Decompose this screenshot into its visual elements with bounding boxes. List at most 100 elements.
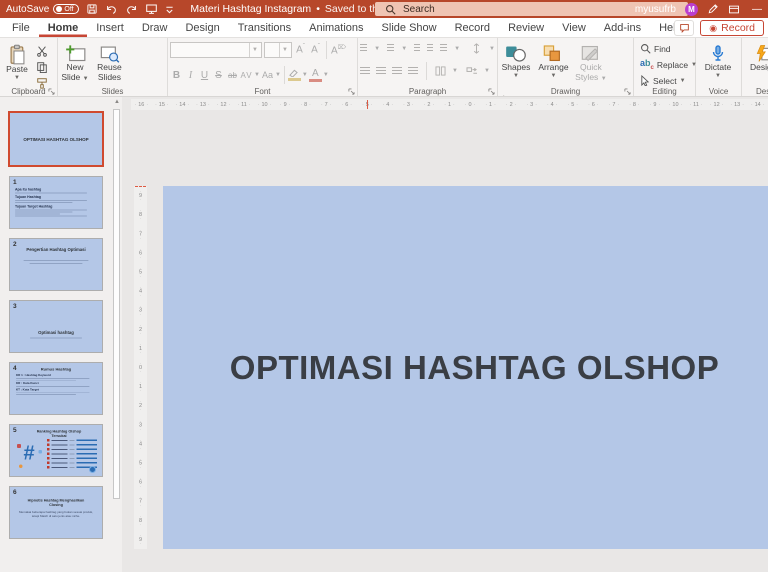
numbering-icon[interactable] [387, 44, 394, 53]
tab-draw[interactable]: Draw [133, 18, 177, 37]
tab-file[interactable]: File [3, 18, 39, 37]
tab-add-ins[interactable]: Add-ins [595, 18, 650, 37]
slide-title-text[interactable]: OPTIMASI HASHTAG OLSHOP [230, 349, 719, 387]
underline-button[interactable]: U [198, 70, 211, 81]
designer-button[interactable]: Designer [744, 41, 768, 89]
group-font: ▼ ▼ Aˆ Aˇ A⌦ B I U S ab AV▼ Aa▼ ▼ A▼ Fon… [168, 38, 358, 96]
arrange-button[interactable]: Arrange ▼ [536, 41, 570, 89]
replace-button[interactable]: abc Replace ▼ [640, 58, 693, 71]
quick-access-overflow-icon[interactable] [165, 5, 174, 14]
new-slide-button[interactable]: New Slide ▼ [60, 41, 90, 89]
tab-animations[interactable]: Animations [300, 18, 372, 37]
hruler-number: 1 [439, 99, 460, 110]
hruler-number: 13 [727, 99, 748, 110]
clipboard-dialog-launcher[interactable] [48, 88, 55, 95]
thumbnail-scrollbar[interactable]: ▲ [112, 97, 122, 572]
slide-thumbnail-4[interactable]: 3Optimasi hashtag [9, 300, 103, 353]
quick-styles-button[interactable]: Quick Styles ▼ [575, 41, 607, 89]
vruler-number: 1 [134, 377, 147, 396]
align-right-icon[interactable] [392, 67, 402, 76]
inking-pen-icon[interactable] [707, 3, 719, 15]
strikethrough-button[interactable]: S [212, 70, 225, 81]
avatar[interactable]: M [685, 3, 698, 16]
shapes-button[interactable]: Shapes ▼ [500, 41, 532, 89]
slide-thumbnail-2[interactable]: 1Apa itu hashtagTujuan HashtagTujuan Tar… [9, 176, 103, 229]
autosave-label: AutoSave [6, 4, 49, 15]
start-presentation-icon[interactable] [145, 3, 158, 15]
title-bar: AutoSave Off Materi Hashtag Instagram • … [0, 0, 768, 18]
change-case-button[interactable]: Aa [261, 70, 274, 80]
tab-design[interactable]: Design [176, 18, 228, 37]
grow-font-button[interactable]: Aˆ [294, 44, 307, 55]
slide-editing-surface[interactable]: OPTIMASI HASHTAG OLSHOP [163, 186, 768, 549]
cut-icon[interactable] [36, 45, 54, 57]
subscript-button[interactable]: ab [226, 71, 239, 80]
slide-thumbnail-1[interactable]: OPTIMASI HASHTAG OLSHOP [8, 111, 104, 167]
chevron-down-icon: ▼ [83, 76, 89, 82]
columns-icon[interactable] [435, 66, 446, 76]
autosave-toggle[interactable]: AutoSave Off [6, 4, 79, 15]
ribbon-tabs: FileHomeInsertDrawDesignTransitionsAnima… [0, 18, 768, 38]
character-spacing-button[interactable]: AV [240, 71, 253, 80]
designer-group-label: Designer [742, 87, 768, 96]
text-direction-icon[interactable] [471, 43, 482, 54]
justify-icon[interactable] [408, 67, 418, 76]
tab-view[interactable]: View [553, 18, 595, 37]
increase-indent-icon[interactable] [427, 44, 433, 53]
decrease-indent-icon[interactable] [414, 44, 420, 53]
hruler-number: 4 [542, 99, 563, 110]
ribbon-display-options-icon[interactable] [728, 4, 740, 15]
line-spacing-icon[interactable] [440, 44, 447, 53]
slide-thumbnail-3[interactable]: 2Pengertian Hashtag Optimasi [9, 238, 103, 291]
paste-button[interactable]: Paste ▼ [2, 41, 32, 89]
paste-label: Paste [6, 65, 28, 75]
vruler-number: 4 [134, 434, 147, 453]
italic-button[interactable]: I [184, 70, 197, 81]
record-button[interactable]: ◉ Record [700, 20, 764, 36]
undo-icon[interactable] [105, 4, 118, 15]
record-label: Record [721, 22, 755, 34]
tab-record[interactable]: Record [446, 18, 499, 37]
horizontal-ruler: 1615141312111098765432101234567891011121… [131, 99, 768, 110]
dictate-button[interactable]: Dictate ▼ [698, 41, 738, 89]
comments-button[interactable] [674, 20, 694, 36]
slide-thumbnail-6[interactable]: 5Ranking Hashtag Olshop Tersukai# [9, 424, 103, 477]
slide-thumbnail-5[interactable]: 4Rumus HashtagKR 1 : Hashtag KeywordKR :… [9, 362, 103, 415]
save-icon[interactable] [86, 3, 98, 15]
redo-icon[interactable] [125, 4, 138, 15]
hruler-number: 14 [172, 99, 193, 110]
font-color-button[interactable]: A [309, 69, 322, 82]
reuse-slides-button[interactable]: Reuse Slides [94, 41, 124, 89]
tab-review[interactable]: Review [499, 18, 553, 37]
drawing-dialog-launcher[interactable] [624, 88, 631, 95]
tab-slide-show[interactable]: Slide Show [373, 18, 446, 37]
user-name[interactable]: myusufrb [635, 4, 676, 15]
scroll-up-arrow[interactable]: ▲ [112, 99, 122, 105]
paragraph-dialog-launcher[interactable] [488, 88, 495, 95]
font-name-combo[interactable]: ▼ [170, 42, 262, 58]
find-button[interactable]: Find [640, 42, 693, 55]
slides-group-label: Slides [58, 87, 167, 96]
font-dialog-launcher[interactable] [348, 88, 355, 95]
tab-insert[interactable]: Insert [87, 18, 133, 37]
tab-transitions[interactable]: Transitions [229, 18, 300, 37]
scrollbar-thumb[interactable] [113, 109, 120, 499]
minimize-button[interactable]: — [749, 4, 765, 15]
thumbnail-slide-number: 2 [13, 240, 17, 248]
highlight-color-button[interactable] [288, 69, 301, 81]
align-left-icon[interactable] [360, 67, 370, 76]
select-button[interactable]: Select ▼ [640, 74, 693, 87]
font-size-combo[interactable]: ▼ [264, 42, 292, 58]
convert-smartart-icon[interactable] [466, 66, 478, 76]
shapes-label: Shapes [502, 63, 531, 73]
logo-badge [89, 466, 96, 473]
clear-formatting-button[interactable]: A⌦ [331, 44, 344, 56]
bold-button[interactable]: B [170, 70, 183, 81]
slide-thumbnail-7[interactable]: 6Hipnotis Hashtag Menghasilkan ClosingMe… [9, 486, 103, 539]
copy-icon[interactable] [36, 61, 54, 73]
hruler-number: 9 [275, 99, 296, 110]
bullets-icon[interactable] [360, 44, 367, 53]
tab-home[interactable]: Home [39, 18, 88, 37]
shrink-font-button[interactable]: Aˇ [309, 44, 322, 55]
align-center-icon[interactable] [376, 67, 386, 76]
